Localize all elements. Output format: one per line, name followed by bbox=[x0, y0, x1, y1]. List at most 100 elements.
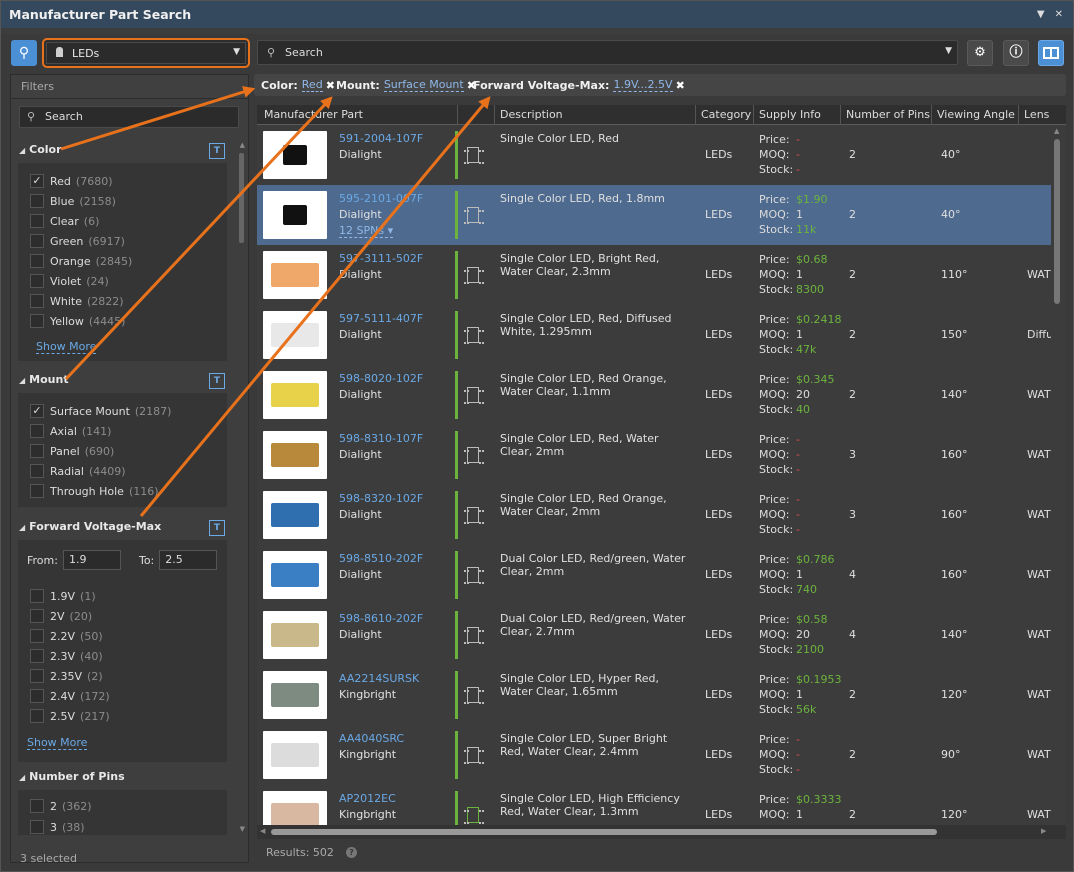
col-viewing-angle[interactable]: Viewing Angle bbox=[937, 108, 1015, 121]
filter-option-pins-2[interactable]: 2 (362) bbox=[30, 798, 92, 814]
table-row[interactable]: 598-8020-102F Dialight Single Color LED, R… bbox=[257, 365, 1051, 425]
component-model-icon[interactable] bbox=[464, 687, 482, 704]
table-row[interactable]: AA2214SURSK Kingbright Single Color LED, H… bbox=[257, 665, 1051, 725]
component-model-icon[interactable] bbox=[464, 807, 482, 824]
part-number-link[interactable]: AP2012EC bbox=[339, 792, 396, 805]
filter-option-orange[interactable]: Orange (2845) bbox=[30, 253, 132, 269]
table-row[interactable]: 591-2004-107F Dialight Single Color LED, R… bbox=[257, 125, 1051, 185]
forward-voltage-text-filter-button[interactable]: T bbox=[209, 520, 225, 536]
table-row[interactable]: 597-3111-502F Dialight Single Color LED, B… bbox=[257, 245, 1051, 305]
component-model-icon[interactable] bbox=[464, 507, 482, 524]
part-number-link[interactable]: 598-8510-202F bbox=[339, 552, 423, 565]
remove-chip-icon[interactable]: ✖ bbox=[326, 79, 335, 92]
color-text-filter-button[interactable]: T bbox=[209, 143, 225, 159]
table-row[interactable]: AA4040SRC Kingbright Single Color LED, Sup… bbox=[257, 725, 1051, 785]
range-from-input[interactable]: 1.9 bbox=[62, 550, 121, 570]
help-icon[interactable]: ? bbox=[346, 847, 357, 858]
mount-section-title[interactable]: ◢ Mount bbox=[19, 373, 69, 386]
range-to-input[interactable]: 2.5 bbox=[159, 550, 218, 570]
filter-option-pins-3[interactable]: 3 (38) bbox=[30, 819, 85, 835]
filter-option-2-4v[interactable]: 2.4V (172) bbox=[30, 688, 110, 704]
part-number-link[interactable]: 595-2101-007F bbox=[339, 192, 423, 205]
part-number-link[interactable]: 598-8020-102F bbox=[339, 372, 423, 385]
category-select[interactable]: LEDs ▼ bbox=[42, 38, 250, 68]
col-category[interactable]: Category bbox=[701, 108, 751, 121]
remove-chip-icon[interactable]: ✖ bbox=[676, 79, 685, 92]
part-number-link[interactable]: AA2214SURSK bbox=[339, 672, 419, 685]
filter-option-through-hole[interactable]: Through Hole (116) bbox=[30, 483, 159, 499]
part-number-link[interactable]: 597-5111-407F bbox=[339, 312, 423, 325]
filter-option-violet[interactable]: Violet (24) bbox=[30, 273, 109, 289]
filter-option-2-5v[interactable]: 2.5V (217) bbox=[30, 708, 110, 724]
component-model-icon[interactable] bbox=[464, 387, 482, 404]
component-model-icon[interactable] bbox=[464, 207, 482, 224]
scroll-down-icon[interactable]: ▼ bbox=[240, 825, 245, 833]
col-number-of-pins[interactable]: Number of Pins bbox=[846, 108, 930, 121]
results-vertical-scrollbar[interactable] bbox=[1054, 139, 1060, 304]
settings-button[interactable]: ⚙ bbox=[967, 40, 993, 66]
results-horizontal-scrollbar[interactable] bbox=[271, 829, 937, 835]
scroll-right-icon[interactable]: ▶ bbox=[1041, 827, 1046, 835]
color-show-more-link[interactable]: Show More bbox=[36, 340, 97, 354]
component-model-icon[interactable] bbox=[464, 627, 482, 644]
main-search-input[interactable]: ⚲ Search ▼ bbox=[257, 40, 958, 65]
table-row[interactable]: 598-8310-107F Dialight Single Color LED, R… bbox=[257, 425, 1051, 485]
filters-scrollbar[interactable] bbox=[239, 153, 244, 243]
filter-option-red[interactable]: ✓ Red (7680) bbox=[30, 173, 112, 189]
filter-option-clear[interactable]: Clear (6) bbox=[30, 213, 99, 229]
chevron-down-icon[interactable]: ▼ bbox=[945, 46, 952, 56]
col-lens[interactable]: Lens bbox=[1024, 108, 1049, 121]
panel-menu-icon[interactable]: ▼ bbox=[1037, 9, 1045, 20]
color-section-title[interactable]: ◢ Color bbox=[19, 143, 62, 156]
part-number-link[interactable]: 591-2004-107F bbox=[339, 132, 423, 145]
component-model-icon[interactable] bbox=[464, 147, 482, 164]
chip-color-value[interactable]: Red bbox=[301, 78, 323, 92]
filter-option-surface-mount[interactable]: ✓ Surface Mount (2187) bbox=[30, 403, 171, 419]
part-number-link[interactable]: AA4040SRC bbox=[339, 732, 404, 745]
table-row[interactable]: 598-8510-202F Dialight Dual Color LED, Red… bbox=[257, 545, 1051, 605]
col-manufacturer-part[interactable]: Manufacturer Part bbox=[264, 108, 363, 121]
filter-toggle-button[interactable]: ⚲ bbox=[11, 40, 37, 66]
scroll-up-icon[interactable]: ▲ bbox=[1054, 127, 1059, 135]
part-number-link[interactable]: 598-8320-102F bbox=[339, 492, 423, 505]
table-row[interactable]: 598-8320-102F Dialight Single Color LED, R… bbox=[257, 485, 1051, 545]
filter-option-2v[interactable]: 2V (20) bbox=[30, 608, 92, 624]
scroll-up-icon[interactable]: ▲ bbox=[240, 141, 245, 149]
results-horizontal-scroll-track[interactable]: ◀ ▶ bbox=[257, 825, 1066, 839]
filter-search-input[interactable]: ⚲ Search bbox=[19, 106, 239, 128]
chip-forward-voltage-value[interactable]: 1.9V...2.5V bbox=[613, 78, 673, 92]
filter-option-panel[interactable]: Panel (690) bbox=[30, 443, 114, 459]
filter-option-2-35v[interactable]: 2.35V (2) bbox=[30, 668, 103, 684]
voltage-show-more-link[interactable]: Show More bbox=[27, 736, 88, 750]
close-icon[interactable]: ✕ bbox=[1055, 9, 1063, 20]
mount-text-filter-button[interactable]: T bbox=[209, 373, 225, 389]
part-number-link[interactable]: 598-8610-202F bbox=[339, 612, 423, 625]
col-description[interactable]: Description bbox=[500, 108, 563, 121]
chip-mount-value[interactable]: Surface Mount bbox=[383, 78, 464, 92]
pins-section-title[interactable]: ◢ Number of Pins bbox=[19, 770, 125, 783]
filter-option-2-2v[interactable]: 2.2V (50) bbox=[30, 628, 103, 644]
filter-option-blue[interactable]: Blue (2158) bbox=[30, 193, 116, 209]
filter-option-green[interactable]: Green (6917) bbox=[30, 233, 125, 249]
forward-voltage-section-title[interactable]: ◢ Forward Voltage-Max bbox=[19, 520, 161, 533]
filter-option-yellow[interactable]: Yellow (4445) bbox=[30, 313, 125, 329]
details-panel-toggle-button[interactable] bbox=[1038, 40, 1064, 66]
info-button[interactable]: ⓘ bbox=[1003, 40, 1029, 66]
filter-option-white[interactable]: White (2822) bbox=[30, 293, 124, 309]
part-number-link[interactable]: 597-3111-502F bbox=[339, 252, 423, 265]
scroll-left-icon[interactable]: ◀ bbox=[260, 827, 265, 835]
table-row[interactable]: 595-2101-007F Dialight 12 SPNs ▾ Single Col… bbox=[257, 185, 1051, 245]
part-number-link[interactable]: 598-8310-107F bbox=[339, 432, 423, 445]
table-row[interactable]: 598-8610-202F Dialight Dual Color LED, Red… bbox=[257, 605, 1051, 665]
filter-option-1-9v[interactable]: 1.9V (1) bbox=[30, 588, 96, 604]
filter-option-2-3v[interactable]: 2.3V (40) bbox=[30, 648, 103, 664]
spn-dropdown[interactable]: 12 SPNs ▾ bbox=[339, 224, 394, 238]
filter-option-axial[interactable]: Axial (141) bbox=[30, 423, 111, 439]
component-model-icon[interactable] bbox=[464, 747, 482, 764]
table-row[interactable]: 597-5111-407F Dialight Single Color LED, R… bbox=[257, 305, 1051, 365]
filter-option-radial[interactable]: Radial (4409) bbox=[30, 463, 126, 479]
component-model-icon[interactable] bbox=[464, 567, 482, 584]
component-model-icon[interactable] bbox=[464, 267, 482, 284]
col-supply-info[interactable]: Supply Info bbox=[759, 108, 821, 121]
component-model-icon[interactable] bbox=[464, 447, 482, 464]
